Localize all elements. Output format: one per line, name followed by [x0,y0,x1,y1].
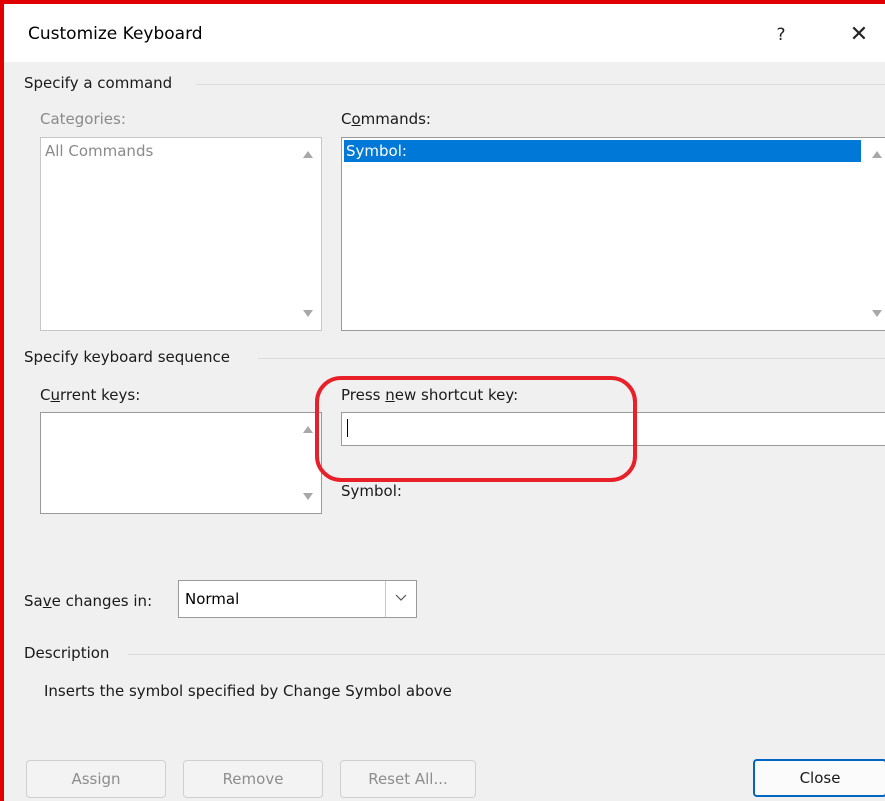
close-window-button[interactable]: ✕ [842,18,876,52]
remove-button[interactable]: Remove [183,760,323,798]
specify-command-divider [196,84,885,85]
dropdown-button[interactable] [385,581,416,617]
scroll-up-arrow-icon[interactable] [303,151,313,158]
commands-scrollbar[interactable] [865,139,885,329]
description-group-label: Description [24,644,110,662]
category-item-all-commands[interactable]: All Commands [43,140,153,162]
assign-button[interactable]: Assign [26,760,166,798]
new-shortcut-label: Press new shortcut key: [341,386,519,404]
categories-label: Categories: [40,110,126,128]
chevron-down-icon [395,594,407,601]
scroll-down-arrow-icon[interactable] [303,310,313,317]
keyboard-sequence-group-label: Specify keyboard sequence [24,348,230,366]
description-divider [128,654,885,655]
help-button[interactable]: ? [764,18,798,52]
commands-label: Commands: [341,110,431,128]
current-keys-scrollbar[interactable] [296,414,320,512]
current-keys-listbox[interactable] [40,412,322,514]
command-item-symbol[interactable]: Symbol: [344,140,861,162]
text-caret [347,419,348,437]
save-changes-label: Save changes in: [24,592,153,610]
specify-command-group-label: Specify a command [24,74,173,92]
categories-scrollbar[interactable] [296,139,320,329]
description-text: Inserts the symbol specified by Change S… [44,682,452,700]
close-icon: ✕ [849,22,869,47]
dialog-title: Customize Keyboard [28,24,203,44]
categories-listbox[interactable]: All Commands [40,137,322,331]
customize-keyboard-dialog: Customize Keyboard ? ✕ Specify a command… [0,0,885,801]
scroll-down-arrow-icon[interactable] [303,493,313,500]
save-changes-select[interactable]: Normal [178,580,417,618]
close-button[interactable]: Close [753,759,885,797]
keyboard-sequence-divider [258,358,885,359]
commands-listbox[interactable]: Symbol: [341,137,885,331]
scroll-down-arrow-icon[interactable] [872,310,882,317]
current-assignment-text: Symbol: [341,482,402,500]
new-shortcut-input[interactable] [341,412,885,446]
reset-all-button[interactable]: Reset All... [340,760,476,798]
current-keys-label: Current keys: [40,386,141,404]
scroll-up-arrow-icon[interactable] [872,151,882,158]
title-bar: Customize Keyboard ? ✕ [4,4,885,62]
save-changes-value: Normal [185,590,240,608]
scroll-up-arrow-icon[interactable] [303,426,313,433]
